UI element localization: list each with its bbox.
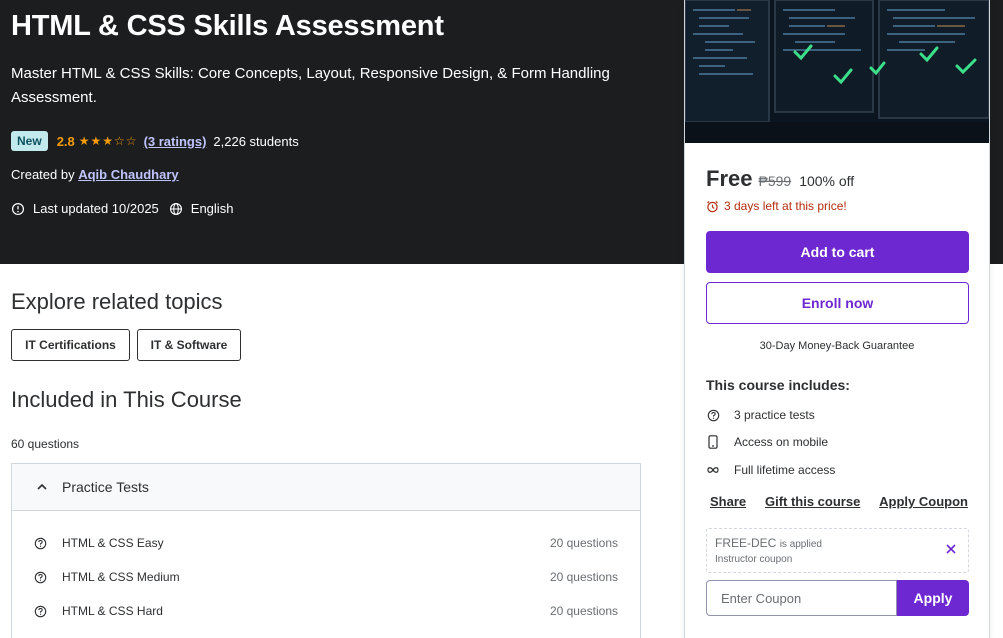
code-monitors-illustration [685,0,989,143]
coupon-input[interactable] [706,580,897,616]
question-circle-icon [34,605,47,617]
test-name: HTML & CSS Easy [62,536,164,550]
course-title: HTML & CSS Skills Assessment [11,10,444,42]
students-count: 2,226 students [213,133,299,149]
discount-percent: 100% off [799,173,855,189]
gift-course-link[interactable]: Gift this course [765,494,860,509]
rating-row: New 2.8 ★★★☆☆ (3 ratings) 2,226 students [11,131,299,151]
includes-heading: This course includes: [706,377,850,393]
card-links-row: Share Gift this course Apply Coupon [710,494,968,509]
coupon-status: is applied [779,539,822,550]
timer-text: 3 days left at this price! [724,199,847,213]
related-topics-heading: Explore related topics [11,289,223,314]
coupon-type: Instructor coupon [715,554,793,565]
chevron-up-icon [37,483,47,490]
apply-button[interactable]: Apply [897,580,969,616]
include-item: Full lifetime access [706,463,835,477]
include-item: 3 practice tests [706,408,815,422]
mobile-icon [708,435,718,449]
alert-clock-icon [11,202,25,215]
question-count: 60 questions [11,437,80,451]
infinity-icon [707,467,719,473]
test-question-count: 20 questions [549,536,618,550]
price-timer: 3 days left at this price! [706,199,847,213]
test-row[interactable]: HTML & CSS Hard 20 questions [12,601,640,621]
enroll-now-button[interactable]: Enroll now [706,282,969,324]
ratings-link[interactable]: (3 ratings) [144,134,207,149]
include-label: 3 practice tests [734,408,815,422]
course-meta-row: Last updated 10/2025 English [11,201,233,216]
included-heading: Included in This Course [11,387,242,412]
alarm-clock-icon [707,200,718,212]
money-back-guarantee: 30-Day Money-Back Guarantee [759,340,915,352]
applied-coupon-box: FREE-DEC is applied Instructor coupon [706,528,969,573]
purchase-card: Free ₱599 100% off 3 days left at this p… [684,0,990,638]
course-preview-image[interactable] [685,0,989,143]
practice-tests-accordion: Practice Tests HTML & CSS Easy 20 questi… [11,463,641,638]
question-circle-icon [34,571,47,583]
applied-coupon: FREE-DEC is applied [715,536,822,550]
close-icon[interactable] [944,542,958,556]
created-by-label: Created by [11,167,75,182]
share-link[interactable]: Share [710,494,746,509]
test-question-count: 20 questions [549,570,618,584]
accordion-header[interactable]: Practice Tests [12,464,640,511]
rating-value: 2.8 [56,133,75,149]
topic-it-certifications[interactable]: IT Certifications [11,329,130,361]
test-name: HTML & CSS Medium [62,570,180,584]
test-row[interactable]: HTML & CSS Easy 20 questions [12,533,640,553]
include-label: Full lifetime access [734,463,836,477]
question-circle-icon [34,537,47,549]
test-name: HTML & CSS Hard [62,604,163,618]
original-price: ₱599 [758,173,792,189]
created-by: Created by Aqib Chaudhary [11,167,179,182]
price-row: Free ₱599 100% off [706,166,854,192]
include-label: Access on mobile [734,435,829,449]
question-circle-icon [707,409,719,421]
section-title: Practice Tests [62,479,149,495]
test-row[interactable]: HTML & CSS Medium 20 questions [12,567,640,587]
course-subtitle: Master HTML & CSS Skills: Core Concepts,… [11,65,610,106]
current-price: Free [706,166,753,191]
add-to-cart-button[interactable]: Add to cart [706,231,969,273]
course-language: English [190,201,234,216]
last-updated: Last updated 10/2025 [33,201,159,216]
coupon-code: FREE-DEC [715,536,777,550]
star-rating-icon: ★★★☆☆ [78,134,138,148]
new-badge: New [11,131,48,151]
test-question-count: 20 questions [549,604,618,618]
topic-it-software[interactable]: IT & Software [137,329,241,361]
apply-coupon-link[interactable]: Apply Coupon [879,494,968,509]
globe-icon [169,202,182,215]
author-link[interactable]: Aqib Chaudhary [78,167,178,182]
include-item: Access on mobile [706,435,828,449]
